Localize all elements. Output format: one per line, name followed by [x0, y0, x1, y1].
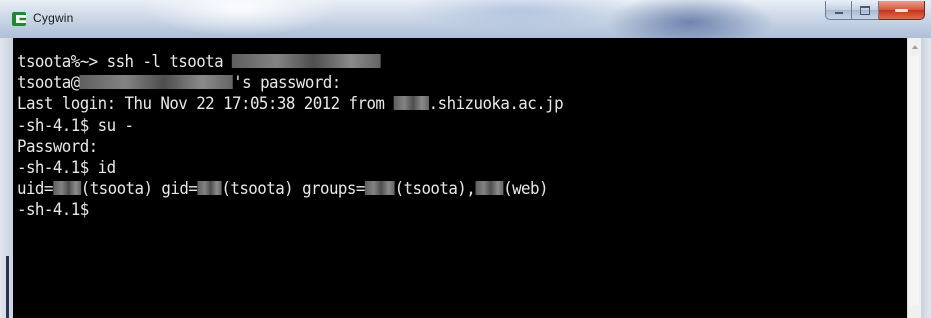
- terminal-text: Password:: [17, 136, 98, 157]
- cygwin-icon[interactable]: [12, 12, 26, 26]
- terminal-text: -sh-4.1$ id: [17, 157, 116, 178]
- terminal-text: uid=: [17, 179, 53, 200]
- title-bar[interactable]: Cygwin: [0, 0, 931, 38]
- terminal-text: (tsoota) gid=: [80, 179, 198, 200]
- close-button[interactable]: [879, 1, 925, 20]
- terminal-text: tsoota@: [17, 73, 80, 94]
- terminal-text: (tsoota) groups=: [221, 179, 365, 200]
- minimize-button[interactable]: [825, 1, 852, 20]
- redacted-text: [475, 181, 504, 196]
- minimize-icon: [834, 12, 843, 14]
- terminal-text: (web): [503, 179, 548, 200]
- terminal-output[interactable]: tsoota%~> ssh -l tsoota tsoota@ 's passwo…: [13, 38, 907, 318]
- arrow-up-icon: [911, 44, 918, 49]
- redacted-text: [364, 181, 395, 196]
- terminal-text: -sh-4.1$ su -: [17, 115, 134, 136]
- cygwin-window: Cygwin tsoota%~> ssh -l tsoota tsoota@ 's…: [0, 0, 931, 318]
- maximize-button[interactable]: [852, 1, 879, 20]
- redacted-text: [79, 75, 234, 90]
- terminal-text: (tsoota),: [394, 179, 476, 200]
- terminal-line: tsoota%~> ssh -l tsoota: [17, 52, 845, 73]
- terminal-line: -sh-4.1$ su -: [17, 116, 845, 137]
- terminal-text: 's password:: [233, 73, 341, 94]
- close-icon: [895, 8, 908, 12]
- terminal-line: Password:: [17, 137, 845, 158]
- terminal-line: -sh-4.1$ id: [17, 158, 845, 179]
- maximize-icon: [860, 5, 870, 15]
- redacted-text: [52, 181, 81, 196]
- redacted-text: [232, 54, 381, 68]
- terminal-line: tsoota@ 's password:: [17, 73, 845, 94]
- window-frame-left: [0, 38, 13, 318]
- terminal-line: Last login: Thu Nov 22 17:05:38 2012 fro…: [17, 94, 845, 115]
- window-controls: [825, 1, 925, 20]
- terminal-text: Last login: Thu Nov 22 17:05:38 2012 fro…: [17, 94, 394, 115]
- terminal-text: .shizuoka.ac.jp: [428, 94, 564, 115]
- scroll-thumb[interactable]: [910, 56, 919, 306]
- redacted-text: [197, 181, 222, 196]
- terminal-text: tsoota%~> ssh -l tsoota: [17, 52, 233, 72]
- redacted-text: [393, 96, 429, 111]
- terminal-line: uid= (tsoota) gid= (tsoota) groups= (tsoota…: [17, 179, 845, 200]
- vertical-scrollbar[interactable]: [907, 38, 921, 318]
- scroll-up-button[interactable]: [908, 38, 921, 55]
- terminal-line: -sh-4.1$: [17, 200, 845, 221]
- window-frame-right: [921, 38, 931, 318]
- window-title: Cygwin: [33, 11, 74, 25]
- terminal-text: -sh-4.1$: [17, 200, 98, 221]
- text-cursor: [98, 202, 106, 218]
